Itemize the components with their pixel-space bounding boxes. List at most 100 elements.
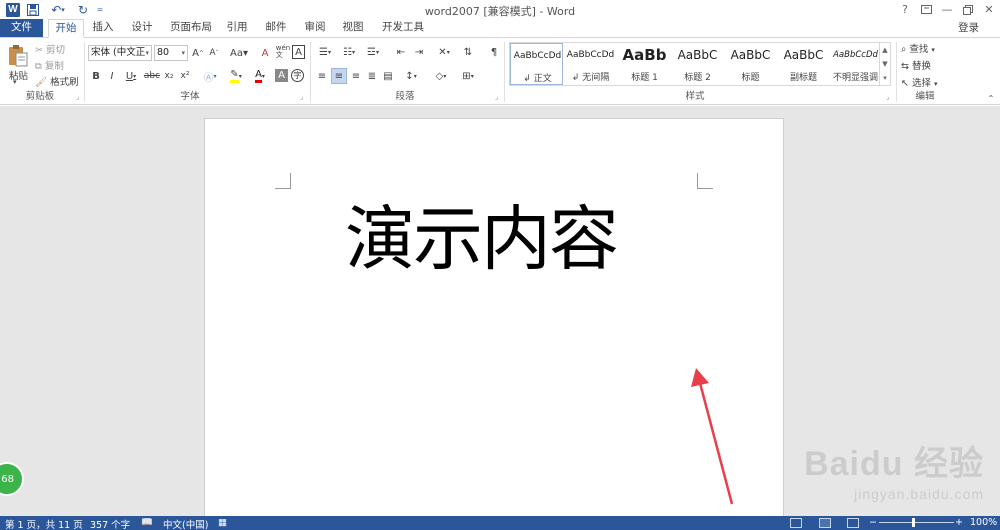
subscript-icon[interactable]: x₂ bbox=[163, 69, 175, 83]
macro-record-icon[interactable]: ▦ bbox=[218, 517, 227, 528]
ribbon-tabs: 文件 开始 插入 设计 页面布局 引用 邮件 审阅 视图 开发工具 登录 bbox=[0, 19, 1000, 38]
select-button[interactable]: ↖ 选择 ▾ bbox=[901, 75, 938, 89]
borders-icon[interactable]: ⊞ ▾ bbox=[457, 69, 479, 83]
font-launcher-icon[interactable]: ⌟ bbox=[300, 93, 303, 101]
paste-icon[interactable] bbox=[6, 43, 30, 69]
character-shading-icon[interactable]: A bbox=[275, 69, 288, 82]
collapse-ribbon-icon[interactable]: ⌃ bbox=[986, 93, 996, 103]
language[interactable]: 中文(中国) bbox=[163, 517, 208, 530]
shrink-font-icon[interactable]: Aˇ bbox=[207, 46, 221, 60]
underline-icon[interactable]: U ▾ bbox=[122, 69, 140, 83]
document-page[interactable]: 演示内容 bbox=[204, 118, 784, 516]
copy-button[interactable]: ⧉ 复制 bbox=[35, 58, 64, 72]
document-canvas[interactable]: 演示内容 Baidu 经验 jingyan.baidu.com 68 bbox=[0, 106, 1000, 516]
tab-view[interactable]: 视图 bbox=[338, 19, 368, 37]
clipboard-launcher-icon[interactable]: ⌟ bbox=[76, 93, 79, 101]
read-mode-icon[interactable] bbox=[790, 518, 802, 528]
italic-icon[interactable]: I bbox=[106, 69, 118, 83]
style-subtitle[interactable]: AaBbC 副标题 bbox=[777, 43, 830, 85]
paragraph-launcher-icon[interactable]: ⌟ bbox=[495, 93, 498, 101]
style-heading-2[interactable]: AaBbC 标题 2 bbox=[671, 43, 724, 85]
styles-launcher-icon[interactable]: ⌟ bbox=[886, 93, 889, 101]
style-no-spacing[interactable]: AaBbCcDd ↲ 无间隔 bbox=[564, 43, 617, 85]
align-right-icon[interactable]: ≡ bbox=[349, 69, 363, 83]
strikethrough-icon[interactable]: abc bbox=[144, 69, 160, 83]
change-case-icon[interactable]: Aa▾ bbox=[228, 46, 250, 60]
character-border-icon[interactable]: A bbox=[292, 45, 305, 59]
increase-indent-icon[interactable]: ⇥ bbox=[412, 45, 426, 59]
tab-mailings[interactable]: 邮件 bbox=[260, 19, 292, 37]
bold-icon[interactable]: B bbox=[90, 69, 102, 83]
justify-icon[interactable]: ≣ bbox=[365, 69, 379, 83]
styles-gallery[interactable]: AaBbCcDd ↲ 正文 AaBbCcDd ↲ 无间隔 AaBb 标题 1 A… bbox=[509, 42, 891, 86]
more-styles-icon[interactable]: ▾ bbox=[880, 71, 890, 85]
show-marks-icon[interactable]: ¶ bbox=[487, 45, 501, 59]
restore-icon[interactable] bbox=[960, 2, 976, 17]
proofing-icon[interactable]: 📖 bbox=[141, 517, 153, 528]
style-title[interactable]: AaBbC 标题 bbox=[724, 43, 777, 85]
align-center-icon[interactable]: ≡ bbox=[331, 68, 347, 84]
enclose-characters-icon[interactable]: 字 bbox=[291, 69, 304, 82]
word-count[interactable]: 357 个字 bbox=[90, 517, 130, 530]
grow-font-icon[interactable]: A ^ bbox=[191, 46, 205, 60]
numbering-icon[interactable]: ☷ ▾ bbox=[339, 45, 359, 59]
highlight-color-icon[interactable]: ✎ ▾ bbox=[226, 69, 246, 83]
bullets-icon[interactable]: ☰ ▾ bbox=[315, 45, 335, 59]
tab-developer[interactable]: 开发工具 bbox=[377, 19, 429, 37]
decrease-indent-icon[interactable]: ⇤ bbox=[394, 45, 408, 59]
superscript-icon[interactable]: x² bbox=[179, 69, 191, 83]
web-layout-icon[interactable] bbox=[847, 518, 859, 528]
paste-label[interactable]: 粘贴 bbox=[9, 68, 28, 82]
chevron-up-icon[interactable]: ▲ bbox=[880, 43, 890, 57]
tab-design[interactable]: 设计 bbox=[127, 19, 157, 37]
paste-dropdown-icon[interactable]: ▾ bbox=[13, 78, 17, 86]
zoom-out-icon[interactable]: − bbox=[869, 517, 877, 528]
margin-corner-top-right bbox=[697, 173, 713, 189]
align-left-icon[interactable]: ≡ bbox=[315, 69, 329, 83]
close-icon[interactable]: ✕ bbox=[981, 2, 997, 17]
tab-references[interactable]: 引用 bbox=[223, 19, 251, 37]
tab-home[interactable]: 开始 bbox=[48, 19, 84, 38]
phonetic-guide-icon[interactable]: wén 文 bbox=[276, 44, 290, 60]
chevron-down-icon[interactable]: ▼ bbox=[880, 57, 890, 71]
tab-review[interactable]: 审阅 bbox=[300, 19, 330, 37]
format-painter-button[interactable]: 🖌 格式刷 bbox=[35, 74, 79, 88]
distributed-icon[interactable]: ▤ bbox=[381, 69, 395, 83]
replace-button[interactable]: ⇆ 替换 bbox=[901, 58, 931, 72]
divider bbox=[310, 42, 311, 102]
tab-insert[interactable]: 插入 bbox=[88, 19, 118, 37]
zoom-slider-thumb[interactable] bbox=[912, 518, 915, 527]
shading-icon[interactable]: ◇ ▾ bbox=[431, 69, 451, 83]
floating-badge[interactable]: 68 bbox=[0, 462, 24, 496]
find-button[interactable]: ⌕ 查找 ▾ bbox=[901, 41, 935, 55]
cut-button[interactable]: ✂ 剪切 bbox=[35, 42, 65, 56]
zoom-level[interactable]: 100% bbox=[970, 517, 997, 528]
tab-page-layout[interactable]: 页面布局 bbox=[166, 19, 216, 37]
style-heading-1[interactable]: AaBb 标题 1 bbox=[618, 43, 671, 85]
ribbon-display-icon[interactable] bbox=[918, 2, 934, 17]
title-bar: W ↶ ▾ ↻ = word2007 [兼容模式] - Word ? — ✕ bbox=[0, 0, 1000, 19]
zoom-in-icon[interactable]: + bbox=[955, 517, 963, 528]
style-name: 标题 1 bbox=[631, 73, 658, 83]
print-layout-icon[interactable] bbox=[819, 518, 831, 528]
chinese-layout-icon[interactable]: ✕ ▾ bbox=[433, 45, 455, 59]
gallery-scroll[interactable]: ▲ ▼ ▾ bbox=[879, 43, 890, 85]
minimize-icon[interactable]: — bbox=[939, 2, 955, 17]
window-title: word2007 [兼容模式] - Word bbox=[424, 5, 576, 18]
clear-formatting-icon[interactable]: A bbox=[258, 46, 272, 60]
multilevel-list-icon[interactable]: ☲ ▾ bbox=[363, 45, 383, 59]
style-normal[interactable]: AaBbCcDd ↲ 正文 bbox=[510, 43, 563, 85]
sort-icon[interactable]: ⇅ bbox=[461, 45, 475, 59]
page-count[interactable]: 第 1 页，共 11 页 bbox=[5, 517, 83, 530]
style-subtle-emphasis[interactable]: AaBbCcDd 不明显强调 bbox=[829, 43, 882, 85]
font-size-select[interactable]: 80 ▾ bbox=[154, 45, 188, 61]
line-spacing-icon[interactable]: ↕ ▾ bbox=[401, 69, 421, 83]
sign-in-link[interactable]: 登录 bbox=[958, 20, 979, 35]
help-icon[interactable]: ? bbox=[897, 2, 913, 17]
tab-file[interactable]: 文件 bbox=[0, 19, 43, 37]
zoom-slider[interactable] bbox=[879, 522, 954, 523]
font-name-select[interactable]: 宋体 (中文正 ▾ bbox=[88, 45, 152, 61]
document-text[interactable]: 演示内容 bbox=[345, 199, 665, 279]
font-color-icon[interactable]: A ▾ bbox=[250, 69, 270, 83]
text-effects-icon[interactable]: Ⓐ ▾ bbox=[200, 69, 220, 84]
